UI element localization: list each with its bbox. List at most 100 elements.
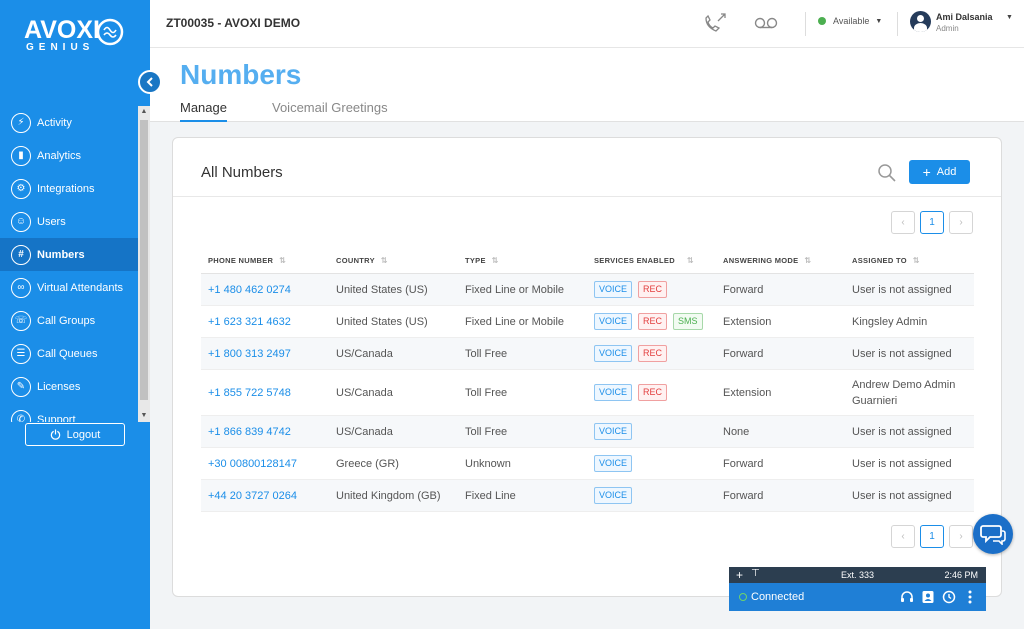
table-row[interactable]: +30 00800128147 Greece (GR) Unknown VOICE Fo… xyxy=(201,448,974,480)
availability-dropdown[interactable]: Available ▼ xyxy=(818,16,882,26)
chat-support-button[interactable] xyxy=(973,514,1013,554)
sidebar-item-call-groups[interactable]: ☏ Call Groups xyxy=(0,304,138,337)
column-header-services-enabled[interactable]: SERVICES ENABLED ⇅ xyxy=(587,256,716,265)
pagination-bottom: ‹ 1 › xyxy=(891,525,973,548)
sidebar-item-support[interactable]: ✆ Support xyxy=(0,403,138,422)
assigned-to-cell: User is not assigned xyxy=(852,347,952,360)
logo-subtext: GENIUS xyxy=(26,42,95,53)
sidebar-item-activity[interactable]: ⚡ Activity xyxy=(0,106,138,139)
avoxi-logo[interactable]: AVOXI GENIUS xyxy=(24,16,128,54)
users-icon: ☺ xyxy=(11,211,31,232)
type-cell: Unknown xyxy=(465,457,511,470)
scroll-down-arrow-icon[interactable]: ▼ xyxy=(138,410,150,422)
phone-number-link[interactable]: +1 866 839 4742 xyxy=(201,426,329,438)
scroll-thumb[interactable] xyxy=(140,120,148,400)
column-header-type[interactable]: TYPE ⇅ xyxy=(458,256,587,265)
page-number-button[interactable]: 1 xyxy=(920,211,944,234)
collapse-sidebar-button[interactable] xyxy=(138,70,162,94)
sidebar-item-label: Users xyxy=(37,215,66,228)
assigned-to-cell: User is not assigned xyxy=(852,283,952,296)
table-row[interactable]: +44 20 3727 0264 United Kingdom (GB) Fixed… xyxy=(201,480,974,512)
prev-page-button[interactable]: ‹ xyxy=(891,211,915,234)
logout-button[interactable]: Logout xyxy=(25,423,125,446)
table-row[interactable]: +1 800 313 2497 US/Canada Toll Free VOICE RE… xyxy=(201,338,974,370)
phone-number-link[interactable]: +1 480 462 0274 xyxy=(201,284,329,296)
sort-icon[interactable]: ⇅ xyxy=(913,253,920,269)
call-log-icon[interactable] xyxy=(702,12,728,34)
page-header: Numbers Manage Voicemail Greetings xyxy=(150,48,1024,122)
tab-manage[interactable]: Manage xyxy=(180,100,227,122)
bar-chart-icon: ▮ xyxy=(11,145,31,166)
page-number-button[interactable]: 1 xyxy=(920,525,944,548)
column-header-answering-mode[interactable]: ANSWERING MODE ⇅ xyxy=(716,256,845,265)
sidebar-item-label: Support xyxy=(37,413,76,423)
phone-number-link[interactable]: +1 623 321 4632 xyxy=(201,316,329,328)
card-title: All Numbers xyxy=(201,164,283,181)
table-row[interactable]: +1 623 321 4632 United States (US) Fixed L… xyxy=(201,306,974,338)
assigned-to-cell: User is not assigned xyxy=(852,457,952,470)
caret-down-icon: ▼ xyxy=(875,17,883,25)
pin-icon[interactable]: ⊤ xyxy=(751,568,760,579)
tab-voicemail-greetings[interactable]: Voicemail Greetings xyxy=(272,100,388,122)
headset-icon[interactable] xyxy=(900,590,914,604)
sort-icon[interactable]: ⇅ xyxy=(279,256,286,265)
type-cell: Toll Free xyxy=(465,425,508,438)
phone-number-link[interactable]: +1 855 722 5748 xyxy=(201,387,329,399)
column-header-phone-number[interactable]: PHONE NUMBER ⇅ xyxy=(201,256,329,265)
sidebar-item-virtual-attendants[interactable]: ∞ Virtual Attendants xyxy=(0,271,138,304)
more-vertical-icon[interactable] xyxy=(963,590,977,604)
clock-icon[interactable] xyxy=(942,590,956,604)
add-number-button[interactable]: + Add xyxy=(909,160,970,184)
sort-icon[interactable]: ⇅ xyxy=(687,256,694,265)
voicemail-icon: ∞ xyxy=(11,277,31,298)
search-icon[interactable] xyxy=(877,163,897,183)
phone-number-link[interactable]: +30 00800128147 xyxy=(201,458,329,470)
assigned-to-cell: Andrew Demo Admin Guarnieri xyxy=(852,378,956,407)
sidebar-item-licenses[interactable]: ✎ Licenses xyxy=(0,370,138,403)
user-name[interactable]: Ami Dalsania xyxy=(936,12,993,22)
sidebar-item-integrations[interactable]: ⚙ Integrations xyxy=(0,172,138,205)
availability-label: Available xyxy=(833,16,870,26)
sidebar-item-call-queues[interactable]: ☰ Call Queues xyxy=(0,337,138,370)
column-header-label: SERVICES ENABLED xyxy=(594,256,675,265)
country-cell: United Kingdom (GB) xyxy=(336,489,441,502)
next-page-button[interactable]: › xyxy=(949,211,973,234)
answering-mode-cell: Extension xyxy=(723,386,772,399)
type-cell: Toll Free xyxy=(465,386,508,399)
queue-icon: ☰ xyxy=(11,343,31,364)
page-title: Numbers xyxy=(180,59,302,90)
sort-icon[interactable]: ⇅ xyxy=(804,256,811,265)
user-avatar[interactable] xyxy=(910,11,931,32)
sidebar-item-label: Call Queues xyxy=(37,347,98,360)
sort-icon[interactable]: ⇅ xyxy=(492,256,499,265)
country-cell: US/Canada xyxy=(336,347,393,360)
phone-number-link[interactable]: +44 20 3727 0264 xyxy=(201,490,329,502)
sidebar-item-users[interactable]: ☺ Users xyxy=(0,205,138,238)
topbar-divider xyxy=(897,12,898,36)
table-body: +1 480 462 0274 United States (US) Fixed L… xyxy=(201,274,974,512)
table-row[interactable]: +1 480 462 0274 United States (US) Fixed L… xyxy=(201,274,974,306)
next-page-button[interactable]: › xyxy=(949,525,973,548)
table-row[interactable]: +1 866 839 4742 US/Canada Toll Free VOICE No… xyxy=(201,416,974,448)
scroll-up-arrow-icon[interactable]: ▲ xyxy=(138,106,150,118)
sidebar-scrollbar[interactable]: ▲ ▼ xyxy=(138,106,150,422)
services-cell: VOICE REC SMS xyxy=(587,313,716,330)
table-row[interactable]: +1 855 722 5748 US/Canada Toll Free VOICE RE… xyxy=(201,370,974,416)
prev-page-button[interactable]: ‹ xyxy=(891,525,915,548)
contacts-icon[interactable] xyxy=(921,590,935,604)
column-header-assigned-to[interactable]: ASSIGNED TO ⇅ xyxy=(845,253,974,269)
user-menu-caret-icon[interactable]: ▼ xyxy=(1006,14,1013,21)
answering-mode-cell: None xyxy=(723,425,750,438)
sidebar-item-numbers[interactable]: # Numbers xyxy=(0,238,138,271)
plus-icon[interactable]: + xyxy=(736,568,743,582)
pagination-top: ‹ 1 › xyxy=(891,211,973,234)
column-header-country[interactable]: COUNTRY ⇅ xyxy=(329,256,458,265)
phone-number-link[interactable]: +1 800 313 2497 xyxy=(201,348,329,360)
gears-icon: ⚙ xyxy=(11,178,31,199)
sort-icon[interactable]: ⇅ xyxy=(381,256,388,265)
sidebar-item-analytics[interactable]: ▮ Analytics xyxy=(0,139,138,172)
country-cell: US/Canada xyxy=(336,386,393,399)
voice-badge: VOICE xyxy=(594,313,633,330)
voice-badge: VOICE xyxy=(594,345,633,362)
voicemail-icon[interactable] xyxy=(753,12,779,34)
